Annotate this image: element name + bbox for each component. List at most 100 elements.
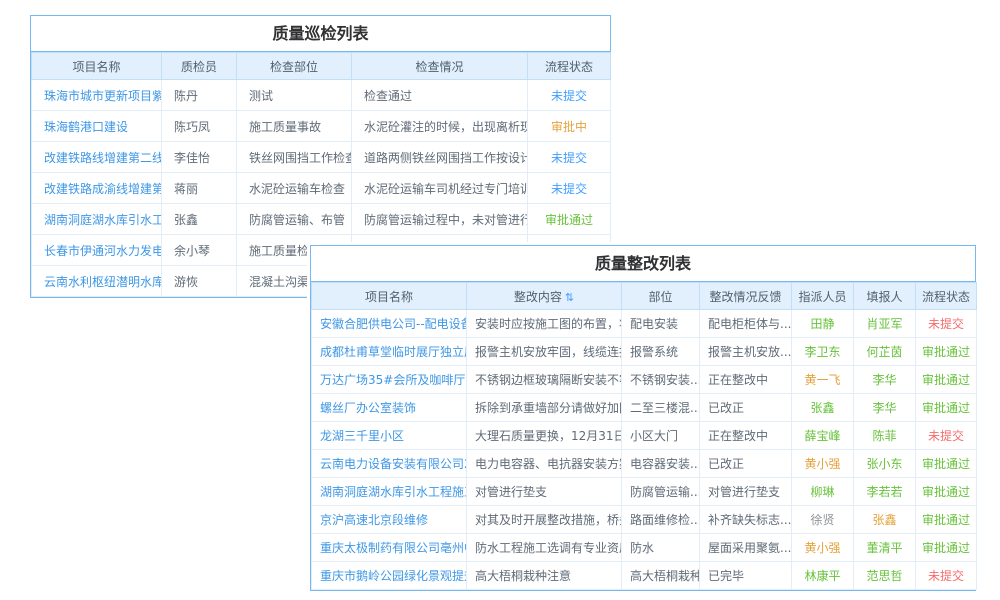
status-badge-cell: 审批通过 [916, 506, 977, 534]
part-cell: 施工质量事故 [237, 111, 352, 142]
part-cell: 防腐管运输... [622, 478, 700, 506]
part-cell: 小区大门 [622, 422, 700, 450]
assignee-cell: 薛宝峰 [792, 422, 854, 450]
part-cell: 测试 [237, 80, 352, 111]
situation-cell: 检查通过 [352, 80, 528, 111]
feedback-cell: 补齐缺失标志... [700, 506, 792, 534]
col-header-content[interactable]: 整改内容⇅ [467, 283, 622, 310]
part-cell: 电容器安装... [622, 450, 700, 478]
col-header-status: 流程状态 [528, 53, 611, 80]
content-cell: 拆除到承重墙部分请做好加固... [467, 394, 622, 422]
inspector-cell: 游恢 [162, 266, 237, 297]
inspection-table-row: 湖南洞庭湖水库引水工... 张鑫 防腐管运输、布管 防腐管运输过程中，未对管进行… [32, 204, 611, 235]
feedback-cell: 屋面采用聚氨... [700, 534, 792, 562]
content-cell: 对管进行垫支 [467, 478, 622, 506]
reporter-cell: 董清平 [854, 534, 916, 562]
reporter-cell: 李若若 [854, 478, 916, 506]
inspector-cell: 陈丹 [162, 80, 237, 111]
rectify-table-row: 螺丝厂办公室装饰 拆除到承重墙部分请做好加固... 二至三楼混... 已改正 张… [312, 394, 977, 422]
inspection-table-row: 珠海市城市更新项目紫... 陈丹 测试 检查通过 未提交 [32, 80, 611, 111]
project-link-cell[interactable]: 湖南洞庭湖水库引水工... [32, 204, 162, 235]
project-link-cell[interactable]: 云南电力设备安装有限公司20... [312, 450, 467, 478]
sort-icon[interactable]: ⇅ [565, 291, 574, 304]
feedback-cell: 正在整改中 [700, 422, 792, 450]
inspection-header-row: 项目名称 质检员 检查部位 检查情况 流程状态 [32, 53, 611, 80]
inspection-table-row: 珠海鹤港口建设 陈巧凤 施工质量事故 水泥砼灌注的时候，出现离析现象 审批中 [32, 111, 611, 142]
feedback-cell: 正在整改中 [700, 366, 792, 394]
project-link-cell[interactable]: 湖南洞庭湖水库引水工程施工1... [312, 478, 467, 506]
project-link-cell[interactable]: 云南水利枢纽潜明水库... [32, 266, 162, 297]
part-cell: 二至三楼混... [622, 394, 700, 422]
project-link-cell[interactable]: 改建铁路线增建第二线... [32, 142, 162, 173]
project-link-cell[interactable]: 京沪高速北京段维修 [312, 506, 467, 534]
assignee-cell: 黄小强 [792, 534, 854, 562]
project-link-cell[interactable]: 珠海市城市更新项目紫... [32, 80, 162, 111]
content-cell: 不锈钢边框玻璃隔断安装不牢... [467, 366, 622, 394]
part-cell: 高大梧桐栽种 [622, 562, 700, 590]
assignee-cell: 张鑫 [792, 394, 854, 422]
status-badge-cell: 审批通过 [528, 204, 611, 235]
col-header-project: 项目名称 [312, 283, 467, 310]
col-header-part: 部位 [622, 283, 700, 310]
rectify-table-row: 安徽合肥供电公司--配电设备... 安装时应按施工图的布置，将... 配电安装 … [312, 310, 977, 338]
col-header-assignee: 指派人员 [792, 283, 854, 310]
col-header-inspector: 质检员 [162, 53, 237, 80]
part-cell: 报警系统 [622, 338, 700, 366]
reporter-cell: 张鑫 [854, 506, 916, 534]
project-link-cell[interactable]: 安徽合肥供电公司--配电设备... [312, 310, 467, 338]
project-link-cell[interactable]: 螺丝厂办公室装饰 [312, 394, 467, 422]
project-link-cell[interactable]: 改建铁路成渝线增建第... [32, 173, 162, 204]
project-link-cell[interactable]: 重庆太极制药有限公司亳州中... [312, 534, 467, 562]
part-cell: 防腐管运输、布管 [237, 204, 352, 235]
rectify-table-row: 重庆市鹅岭公园绿化景观提升... 高大梧桐栽种注意 高大梧桐栽种 已完毕 林康平… [312, 562, 977, 590]
status-badge-cell: 未提交 [528, 142, 611, 173]
assignee-cell: 柳琳 [792, 478, 854, 506]
part-cell: 配电安装 [622, 310, 700, 338]
reporter-cell: 李华 [854, 366, 916, 394]
status-badge-cell: 未提交 [916, 562, 977, 590]
situation-cell: 水泥砼灌注的时候，出现离析现象 [352, 111, 528, 142]
part-cell: 水泥砼运输车检查 [237, 173, 352, 204]
status-badge-cell: 未提交 [528, 173, 611, 204]
part-cell: 铁丝网围挡工作检查 [237, 142, 352, 173]
status-badge-cell: 未提交 [916, 422, 977, 450]
project-link-cell[interactable]: 龙湖三千里小区 [312, 422, 467, 450]
status-badge-cell: 审批通过 [916, 450, 977, 478]
rectify-table: 项目名称 整改内容⇅ 部位 整改情况反馈 指派人员 填报人 流程状态 安徽合肥供… [311, 282, 977, 590]
rectify-table-row: 万达广场35#会所及咖啡厅空... 不锈钢边框玻璃隔断安装不牢... 不锈钢安装… [312, 366, 977, 394]
status-badge-cell: 未提交 [528, 80, 611, 111]
reporter-cell: 陈菲 [854, 422, 916, 450]
project-link-cell[interactable]: 万达广场35#会所及咖啡厅空... [312, 366, 467, 394]
rectify-table-row: 湖南洞庭湖水库引水工程施工1... 对管进行垫支 防腐管运输... 对管进行垫支… [312, 478, 977, 506]
assignee-cell: 徐贤 [792, 506, 854, 534]
project-link-cell[interactable]: 珠海鹤港口建设 [32, 111, 162, 142]
project-link-cell[interactable]: 重庆市鹅岭公园绿化景观提升... [312, 562, 467, 590]
situation-cell: 道路两侧铁丝网围挡工作按设计... [352, 142, 528, 173]
inspector-cell: 陈巧凤 [162, 111, 237, 142]
rectify-table-row: 重庆太极制药有限公司亳州中... 防水工程施工选调有专业资质... 防水 屋面采… [312, 534, 977, 562]
rectify-table-title: 质量整改列表 [311, 246, 975, 282]
content-cell: 报警主机安放牢固，线缆连接... [467, 338, 622, 366]
assignee-cell: 黄一飞 [792, 366, 854, 394]
part-cell: 不锈钢安装... [622, 366, 700, 394]
part-cell: 路面维修检... [622, 506, 700, 534]
reporter-cell: 何芷茵 [854, 338, 916, 366]
col-header-project: 项目名称 [32, 53, 162, 80]
rectify-table-row: 京沪高速北京段维修 对其及时开展整改措施，桥头... 路面维修检... 补齐缺失… [312, 506, 977, 534]
inspector-cell: 蒋丽 [162, 173, 237, 204]
feedback-cell: 对管进行垫支 [700, 478, 792, 506]
col-header-part: 检查部位 [237, 53, 352, 80]
reporter-cell: 范思哲 [854, 562, 916, 590]
content-cell: 大理石质量更换，12月31日之... [467, 422, 622, 450]
project-link-cell[interactable]: 成都杜甫草堂临时展厅独立展... [312, 338, 467, 366]
project-link-cell[interactable]: 长春市伊通河水力发电... [32, 235, 162, 266]
rectify-table-row: 龙湖三千里小区 大理石质量更换，12月31日之... 小区大门 正在整改中 薛宝… [312, 422, 977, 450]
reporter-cell: 肖亚军 [854, 310, 916, 338]
feedback-cell: 配电柜柜体与... [700, 310, 792, 338]
rectify-table-row: 云南电力设备安装有限公司20... 电力电容器、电抗器安装方案... 电容器安装… [312, 450, 977, 478]
inspector-cell: 余小琴 [162, 235, 237, 266]
inspection-table-title: 质量巡检列表 [31, 16, 610, 52]
content-cell: 防水工程施工选调有专业资质... [467, 534, 622, 562]
rectify-table-body: 安徽合肥供电公司--配电设备... 安装时应按施工图的布置，将... 配电安装 … [312, 310, 977, 590]
col-header-feedback: 整改情况反馈 [700, 283, 792, 310]
